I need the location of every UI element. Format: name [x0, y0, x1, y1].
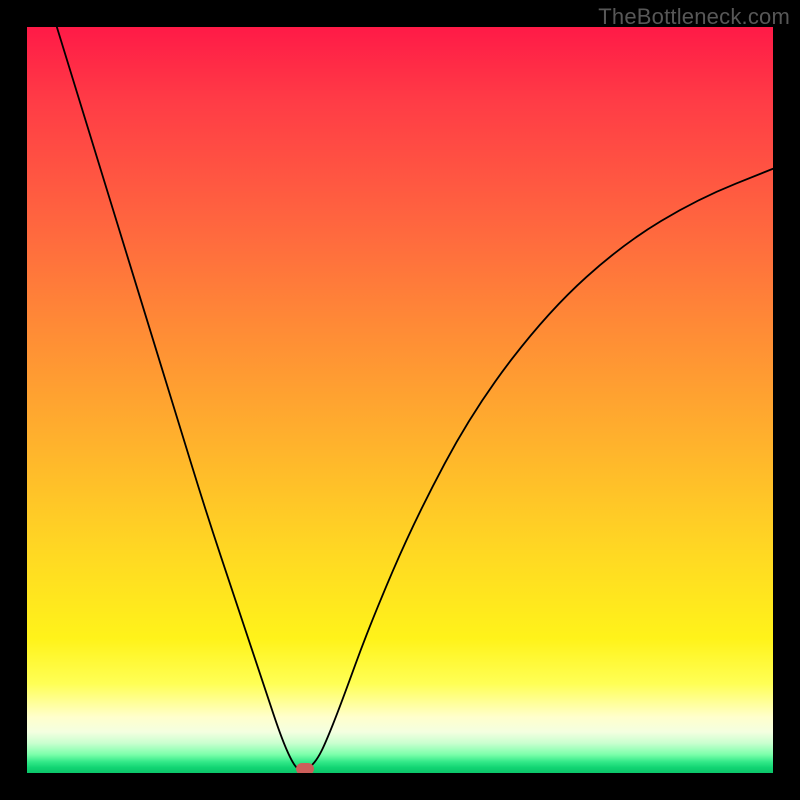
- optimal-marker: [296, 763, 314, 773]
- plot-area: [27, 27, 773, 773]
- bottleneck-curve: [27, 27, 773, 773]
- curve-path: [57, 27, 773, 771]
- chart-frame: TheBottleneck.com: [0, 0, 800, 800]
